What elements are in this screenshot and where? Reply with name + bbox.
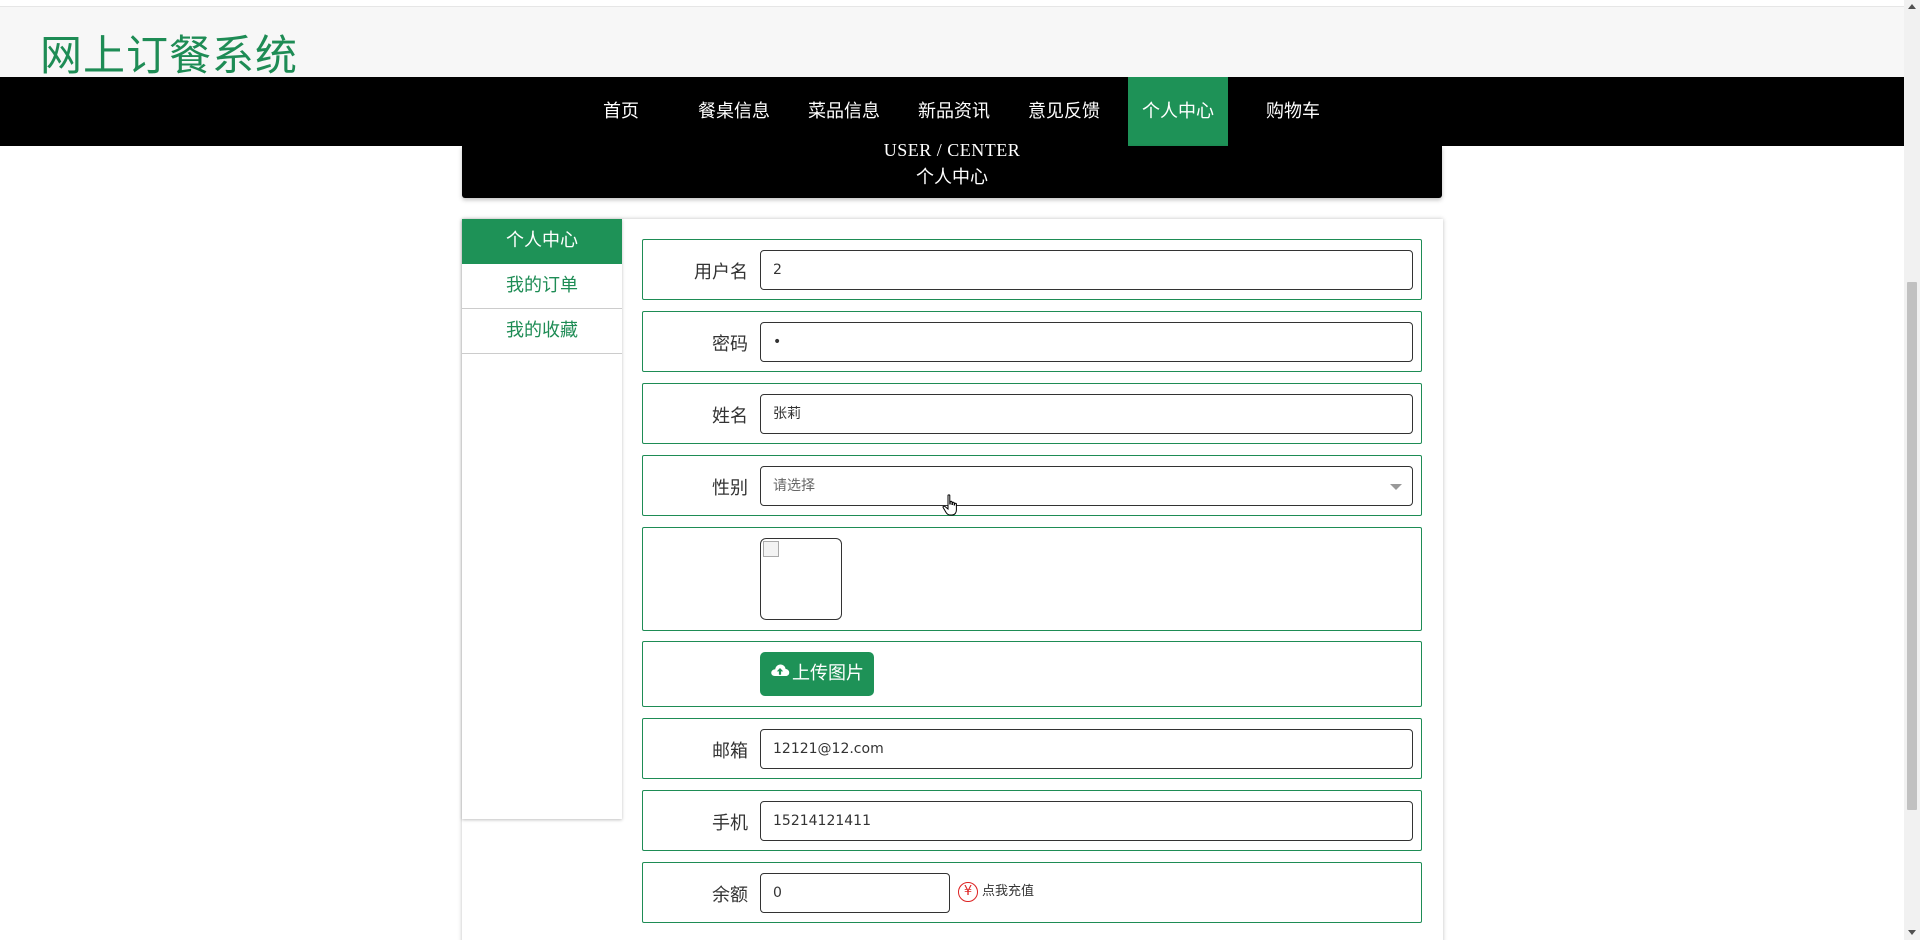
phone-input[interactable]: 15214121411 [760,801,1413,841]
sidebar-item-my-orders[interactable]: 我的订单 [462,264,622,309]
form-row-upload: 上传图片 [642,641,1422,707]
form-row-name: 姓名 张莉 [642,383,1422,444]
nav-item-feedback[interactable]: 意见反馈 [1019,77,1109,146]
nav-item-tables[interactable]: 餐桌信息 [689,77,779,146]
username-label: 用户名 [694,262,748,283]
form-row-username: 用户名 2 [642,239,1422,300]
sidebar-item-my-favorites[interactable]: 我的收藏 [462,309,622,354]
password-label: 密码 [712,334,748,355]
gender-label: 性别 [712,478,748,499]
site-title: 网上订餐系统 [40,31,299,80]
nav-item-user-center[interactable]: 个人中心 [1128,77,1228,146]
phone-label: 手机 [712,813,748,834]
username-input[interactable]: 2 [760,250,1413,290]
form-row-gender: 性别 请选择 [642,455,1422,516]
hand-cursor-icon [942,494,960,523]
page-banner: USER / CENTER 个人中心 [462,140,1442,198]
balance-input[interactable]: 0 [760,873,950,913]
form-row-avatar [642,527,1422,631]
cloud-upload-icon [770,651,790,695]
upload-image-button[interactable]: 上传图片 [760,652,874,696]
broken-image-icon [763,541,779,557]
sidebar-item-user-center[interactable]: 个人中心 [462,219,622,264]
nav-item-news[interactable]: 新品资讯 [909,77,999,146]
header-bar: 网上订餐系统 [0,6,1904,80]
nav-item-cart[interactable]: 购物车 [1248,77,1338,146]
email-label: 邮箱 [712,741,748,762]
main-nav: 首页 餐桌信息 菜品信息 新品资讯 意见反馈 个人中心 购物车 [0,77,1904,146]
form-row-email: 邮箱 12121@12.com [642,718,1422,779]
yen-icon: ¥ [958,881,978,902]
scroll-up-icon[interactable] [1908,4,1916,9]
form-row-balance: 余额 0 ¥ 点我充值 [642,862,1422,923]
recharge-link[interactable]: ¥ 点我充值 [958,880,1034,902]
scrollbar-thumb[interactable] [1907,282,1917,810]
recharge-label: 点我充值 [982,884,1035,899]
page-scrollbar[interactable] [1904,0,1920,940]
name-label: 姓名 [712,406,748,427]
gender-placeholder: 请选择 [773,478,815,494]
chevron-down-icon [1390,484,1402,490]
scroll-down-icon[interactable] [1908,930,1916,935]
user-sidebar: 个人中心 我的订单 我的收藏 [462,219,622,819]
email-input[interactable]: 12121@12.com [760,729,1413,769]
password-input[interactable]: • [760,322,1413,362]
banner-english-title: USER / CENTER [883,140,1021,160]
nav-item-dishes[interactable]: 菜品信息 [799,77,889,146]
nav-item-home[interactable]: 首页 [585,77,657,146]
name-input[interactable]: 张莉 [760,394,1413,434]
banner-chinese-title: 个人中心 [916,167,988,188]
form-row-phone: 手机 15214121411 [642,790,1422,851]
avatar-image[interactable] [760,538,842,620]
balance-label: 余额 [712,885,748,906]
form-row-password: 密码 • [642,311,1422,372]
upload-button-label: 上传图片 [792,663,864,684]
gender-select[interactable]: 请选择 [760,466,1413,506]
